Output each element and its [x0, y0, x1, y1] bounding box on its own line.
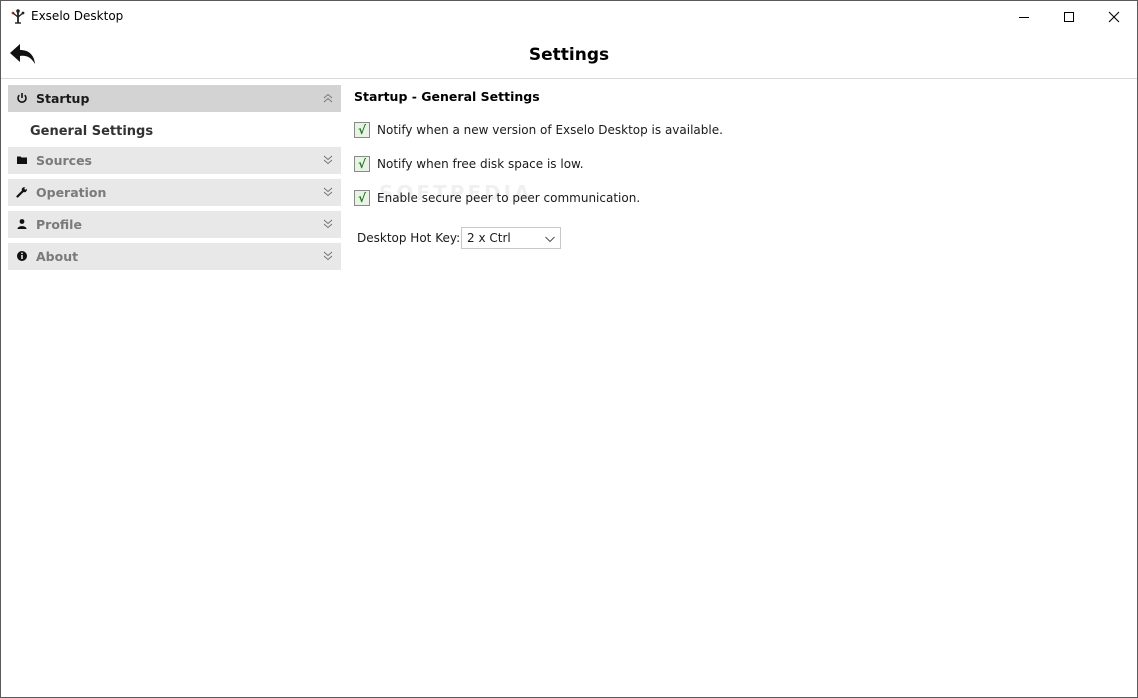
user-icon — [16, 218, 28, 230]
sidebar-item-general-settings[interactable]: General Settings — [8, 117, 341, 147]
page-title: Settings — [528, 45, 610, 65]
app-window: Exselo Desktop Settings Startup General … — [0, 0, 1138, 698]
chevron-down-icon — [545, 236, 555, 243]
sidebar-section-label: Profile — [36, 217, 82, 232]
maximize-icon — [1064, 11, 1074, 22]
secure-p2p-checkbox[interactable]: √ — [354, 190, 370, 206]
sidebar: Startup General Settings Sources Operati… — [8, 85, 341, 275]
hotkey-dropdown[interactable]: 2 x Ctrl — [461, 227, 561, 249]
maximize-button[interactable] — [1046, 1, 1092, 32]
wrench-icon — [16, 186, 28, 198]
close-button[interactable] — [1091, 1, 1137, 32]
watermark: SOFTPEDIA — [379, 181, 533, 205]
chevron-down-icon[interactable] — [322, 218, 334, 230]
checkbox-label: Notify when a new version of Exselo Desk… — [377, 123, 723, 137]
notify-new-version-checkbox[interactable]: √ — [354, 122, 370, 138]
sidebar-section-about[interactable]: About — [8, 243, 341, 270]
info-icon — [16, 250, 28, 262]
folder-icon — [16, 154, 28, 166]
chevron-up-icon[interactable] — [322, 92, 334, 104]
page-header: Settings — [1, 32, 1137, 79]
sidebar-section-sources[interactable]: Sources — [8, 147, 341, 174]
app-logo-icon — [11, 9, 25, 24]
minimize-icon — [1019, 16, 1029, 18]
sidebar-section-operation[interactable]: Operation — [8, 179, 341, 206]
sidebar-section-label: Operation — [36, 185, 107, 200]
power-icon — [16, 92, 28, 104]
sidebar-section-profile[interactable]: Profile — [8, 211, 341, 238]
sidebar-section-startup[interactable]: Startup — [8, 85, 341, 112]
hotkey-label: Desktop Hot Key: — [357, 231, 461, 245]
section-heading: Startup - General Settings — [354, 89, 540, 104]
sidebar-section-label: Sources — [36, 153, 92, 168]
hotkey-value: 2 x Ctrl — [467, 231, 511, 245]
chevron-down-icon[interactable] — [322, 154, 334, 166]
close-icon — [1108, 11, 1120, 22]
notify-disk-space-option[interactable]: √ Notify when free disk space is low. — [354, 155, 584, 173]
sidebar-item-label: General Settings — [30, 124, 154, 139]
sidebar-section-label: Startup — [36, 91, 90, 106]
sidebar-section-label: About — [36, 249, 79, 264]
checkbox-label: Notify when free disk space is low. — [377, 157, 584, 171]
minimize-button[interactable] — [1001, 1, 1047, 32]
title-bar: Exselo Desktop — [1, 1, 1137, 32]
notify-disk-space-checkbox[interactable]: √ — [354, 156, 370, 172]
chevron-down-icon[interactable] — [322, 250, 334, 262]
chevron-down-icon[interactable] — [322, 186, 334, 198]
notify-new-version-option[interactable]: √ Notify when a new version of Exselo De… — [354, 121, 723, 139]
window-title: Exselo Desktop — [31, 9, 124, 23]
